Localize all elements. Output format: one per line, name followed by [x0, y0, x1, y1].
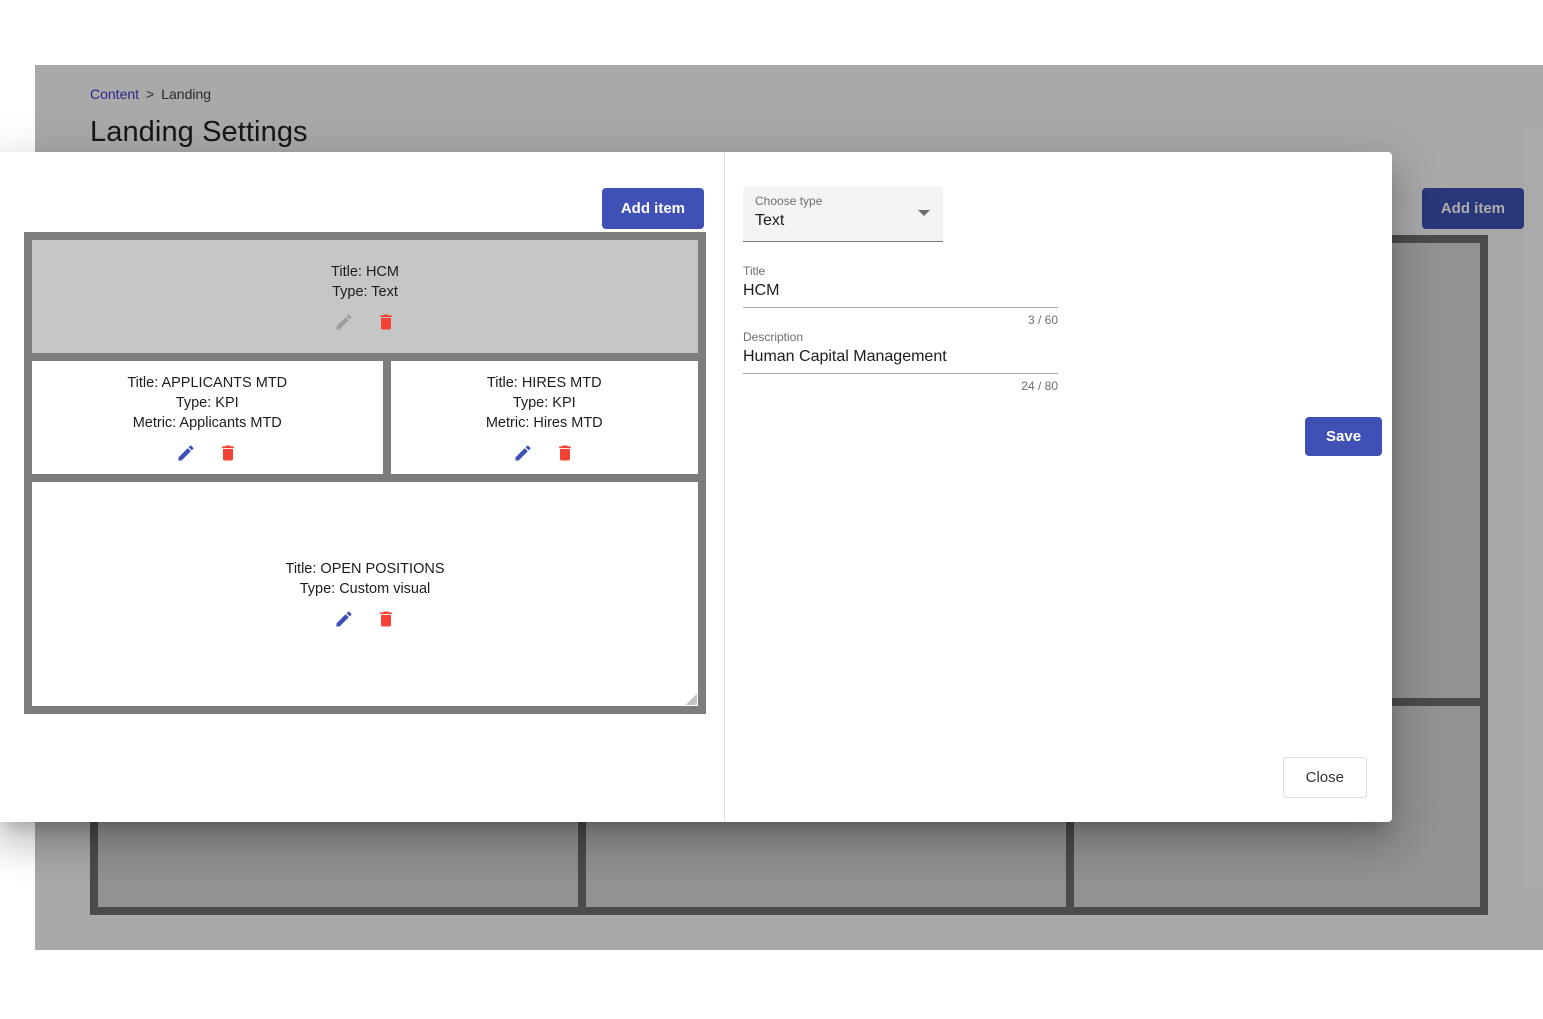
item-grid-row-2: Title: APPLICANTS MTD Type: KPI Metric: …: [32, 361, 698, 474]
screen-root: Content > Landing Landing Settings Add ite…: [0, 0, 1543, 1019]
title-field-group: Title 3 / 60: [743, 264, 1058, 327]
pencil-icon[interactable]: [513, 443, 533, 463]
grid-item-type: Type: Custom visual: [299, 581, 431, 597]
grid-item-applicants-mtd[interactable]: Title: APPLICANTS MTD Type: KPI Metric: …: [32, 361, 383, 474]
title-field-label: Title: [743, 264, 766, 278]
grid-item-title: Title: HIRES MTD: [486, 374, 602, 391]
choose-type-value: Text: [755, 212, 785, 229]
grid-item-type: Type: KPI: [512, 394, 576, 411]
grid-item-metric: Metric: Applicants MTD: [132, 414, 282, 431]
resize-handle-icon[interactable]: [686, 694, 697, 705]
grid-item-type: Type: Text: [332, 283, 398, 300]
trash-icon[interactable]: [555, 443, 575, 463]
grid-item-actions: [176, 443, 238, 463]
description-counter: 24 / 80: [1021, 379, 1058, 393]
grid-item-type: Type: KPI: [175, 394, 239, 411]
add-item-button[interactable]: Add item: [601, 188, 704, 229]
edit-landing-dialog: Add item Title: HCM Type: Text Title: AP…: [0, 152, 1392, 822]
chevron-down-icon: [918, 210, 930, 216]
grid-item-title: Title: HCM: [331, 263, 399, 280]
choose-type-select[interactable]: Choose type Text: [743, 186, 943, 242]
pencil-icon: [334, 312, 354, 332]
grid-item-actions: [334, 609, 396, 629]
pencil-icon[interactable]: [334, 609, 354, 629]
description-field-group: Description 24 / 80: [743, 330, 1058, 393]
description-input[interactable]: [743, 344, 1058, 374]
dialog-left-panel: Add item Title: HCM Type: Text Title: AP…: [0, 152, 725, 822]
dialog-right-panel: Choose type Text Title 3 / 60 Descriptio…: [725, 152, 1392, 822]
trash-icon[interactable]: [376, 312, 396, 332]
item-grid-row-3: Title: OPEN POSITIONS Type: Custom visua…: [32, 482, 698, 706]
grid-item-title: Title: APPLICANTS MTD: [127, 374, 288, 391]
trash-icon[interactable]: [376, 609, 396, 629]
trash-icon[interactable]: [218, 443, 238, 463]
close-button[interactable]: Close: [1282, 757, 1367, 798]
title-counter: 3 / 60: [1027, 313, 1058, 327]
title-input[interactable]: [743, 278, 1058, 308]
grid-item-hcm[interactable]: Title: HCM Type: Text: [32, 240, 698, 353]
grid-item-metric: Metric: Hires MTD: [485, 414, 603, 431]
grid-item-actions: [334, 312, 396, 332]
layout-item-grid: Title: HCM Type: Text Title: APPLICANTS …: [24, 232, 706, 714]
pencil-icon[interactable]: [176, 443, 196, 463]
grid-item-actions: [513, 443, 575, 463]
item-grid-row-1: Title: HCM Type: Text: [32, 240, 698, 353]
choose-type-label: Choose type: [755, 194, 823, 208]
description-field-label: Description: [743, 330, 804, 344]
grid-item-hires-mtd[interactable]: Title: HIRES MTD Type: KPI Metric: Hires…: [390, 361, 698, 474]
grid-item-title: Title: OPEN POSITIONS: [285, 561, 445, 577]
grid-item-open-positions[interactable]: Title: OPEN POSITIONS Type: Custom visua…: [32, 482, 698, 706]
save-button[interactable]: Save: [1305, 417, 1383, 456]
